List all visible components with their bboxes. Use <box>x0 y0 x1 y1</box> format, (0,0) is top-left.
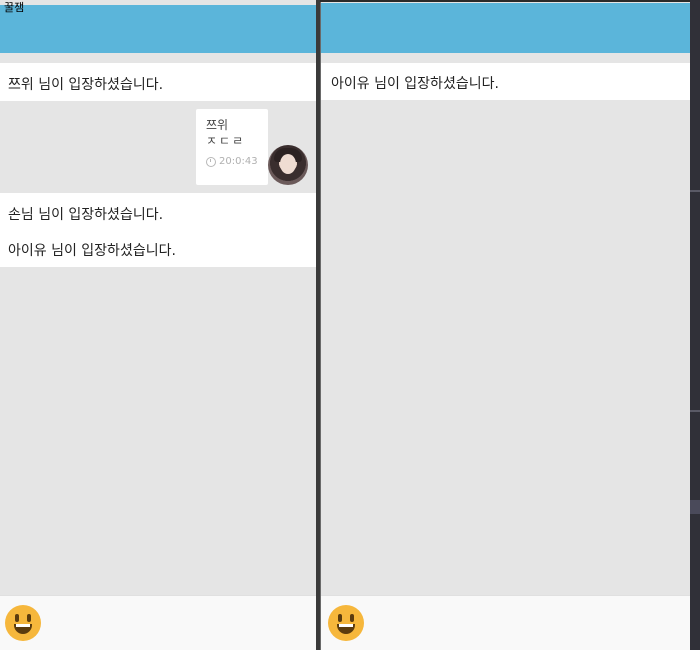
system-notice-block: 손님 님이 입장하셨습니다. 아이유 님이 입장하셨습니다. <box>0 193 316 267</box>
avatar[interactable] <box>268 145 308 185</box>
system-notice-block: 쯔위 님이 입장하셨습니다. <box>0 63 316 101</box>
system-notice: 아이유 님이 입장하셨습니다. <box>331 76 499 92</box>
input-footer <box>0 595 316 650</box>
message-time: 20:0:43 <box>219 156 258 167</box>
smiley-emoji-icon[interactable] <box>328 605 364 641</box>
chat-header <box>0 5 316 53</box>
message-text: ㅈㄷㄹ <box>206 134 246 148</box>
system-notice: 쯔위 님이 입장하셨습니다. <box>8 77 164 93</box>
clock-icon <box>206 157 216 167</box>
message-sender: 쯔위 <box>206 118 229 132</box>
window-title: 꿀잼 <box>4 1 25 14</box>
system-notice-block: 아이유 님이 입장하셨습니다. <box>321 63 691 100</box>
system-notice: 손님 님이 입장하셨습니다. <box>8 207 164 223</box>
chat-window-left: 쯔위 님이 입장하셨습니다. 쯔위 ㅈㄷㄹ 20:0:43 손님 님이 입장하셨… <box>0 0 316 650</box>
system-notice: 아이유 님이 입장하셨습니다. <box>8 243 176 259</box>
input-footer <box>321 595 691 650</box>
message-timestamp: 20:0:43 <box>206 155 258 169</box>
message-bubble: 쯔위 ㅈㄷㄹ 20:0:43 <box>196 109 268 185</box>
background-window-edge <box>690 0 700 650</box>
smiley-emoji-icon[interactable] <box>5 605 41 641</box>
chat-header <box>321 3 691 53</box>
chat-window-right: 아이유 님이 입장하셨습니다. <box>320 2 691 650</box>
